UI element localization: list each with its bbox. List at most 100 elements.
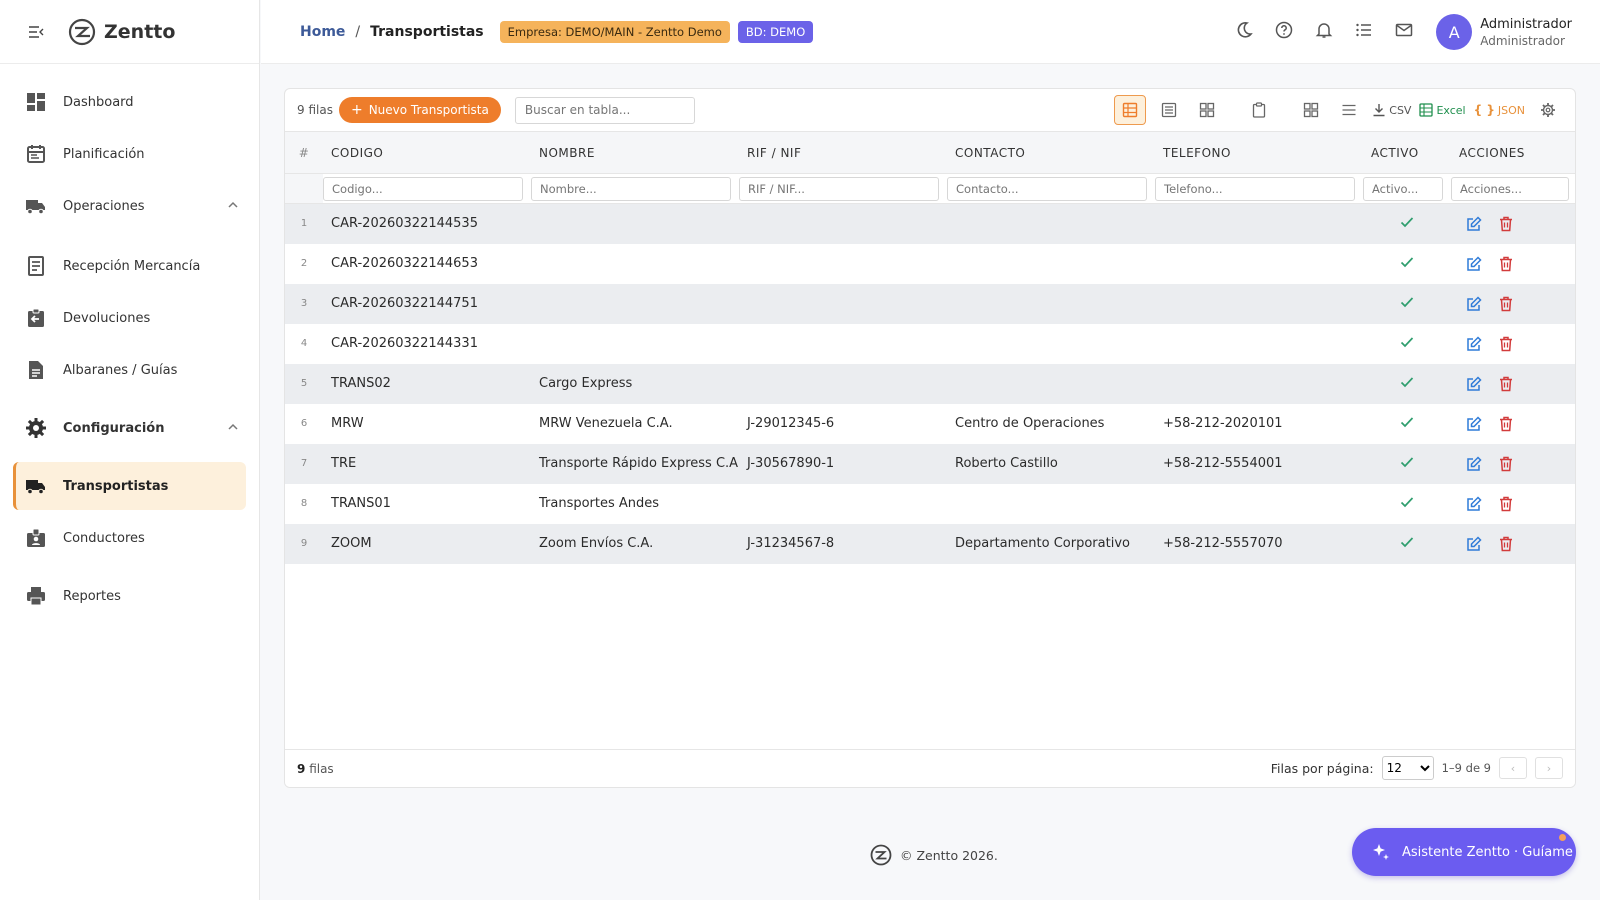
mail-icon[interactable] [1394, 20, 1414, 40]
filter-codigo-input[interactable] [323, 176, 523, 201]
grid-view-icon[interactable] [1192, 95, 1222, 125]
driver-badge-icon [25, 527, 47, 549]
export-json-button[interactable]: { } JSON [1474, 95, 1525, 125]
cell-contacto [947, 284, 1155, 324]
cell-nombre [531, 324, 739, 364]
truck-icon [25, 475, 47, 497]
cell-activo [1363, 484, 1451, 524]
table-row[interactable]: 3 CAR-20260322144751 [285, 283, 1575, 324]
table-view-icon[interactable] [1114, 95, 1147, 125]
delete-icon[interactable] [1495, 373, 1517, 395]
table-row[interactable]: 9 ZOOM Zoom Envíos C.A. J-31234567-8 Departa… [285, 523, 1575, 564]
sidebar-item-dashboard[interactable]: Dashboard [13, 78, 246, 126]
sidebar-item-conductores[interactable]: Conductores [13, 514, 246, 562]
delete-icon[interactable] [1495, 493, 1517, 515]
breadcrumb-home-link[interactable]: Home [300, 24, 345, 40]
table-row[interactable]: 6 MRW MRW Venezuela C.A. J-29012345-6 Centro… [285, 403, 1575, 444]
filter-contacto-input[interactable] [947, 176, 1147, 201]
help-icon[interactable] [1274, 20, 1294, 40]
sidebar-item-albaranes[interactable]: Albaranes / Guías [13, 346, 246, 394]
export-csv-button[interactable]: CSV [1372, 95, 1411, 125]
table-row[interactable]: 5 TRANS02 Cargo Express [285, 363, 1575, 404]
sidebar-item-planificacion[interactable]: Planificación [13, 130, 246, 178]
delete-icon[interactable] [1495, 533, 1517, 555]
column-header-codigo[interactable]: CODIGO [323, 131, 531, 174]
settings-gear-icon[interactable] [1533, 95, 1563, 125]
per-page-select[interactable]: 12 [1381, 756, 1434, 780]
sidebar-item-reportes[interactable]: Reportes [13, 572, 246, 620]
sidebar-item-devoluciones[interactable]: Devoluciones [13, 294, 246, 342]
cell-codigo: CAR-20260322144535 [331, 216, 478, 232]
column-header-telefono[interactable]: TELEFONO [1155, 131, 1363, 174]
filter-rif-input[interactable] [739, 176, 939, 201]
cell-acciones [1451, 244, 1575, 284]
cell-acciones [1451, 324, 1575, 364]
next-page-button[interactable]: › [1535, 757, 1563, 779]
edit-icon[interactable] [1463, 453, 1485, 475]
breadcrumb-separator: / [355, 23, 361, 40]
edit-icon[interactable] [1463, 213, 1485, 235]
column-header-activo[interactable]: ACTIVO [1363, 131, 1451, 174]
list-view-icon[interactable] [1154, 95, 1184, 125]
columns-layout-icon[interactable] [1296, 95, 1326, 125]
menu-collapse-icon[interactable] [26, 22, 46, 42]
edit-icon[interactable] [1463, 253, 1485, 275]
table-row[interactable]: 2 CAR-20260322144653 [285, 243, 1575, 284]
edit-icon[interactable] [1463, 293, 1485, 315]
filter-activo-input[interactable] [1363, 176, 1443, 201]
filter-nombre-input[interactable] [531, 176, 731, 201]
table-search-input[interactable] [514, 96, 695, 124]
sidebar-item-configuracion[interactable]: Configuración [13, 404, 246, 452]
column-header-rif[interactable]: RIF / NIF [739, 131, 947, 174]
column-header-nombre[interactable]: NOMBRE [531, 131, 739, 174]
filter-telefono-input[interactable] [1155, 176, 1355, 201]
row-number: 1 [300, 218, 308, 230]
table-row[interactable]: 1 CAR-20260322144535 [285, 203, 1575, 244]
delete-icon[interactable] [1495, 213, 1517, 235]
cell-rif: J-29012345-6 [747, 416, 835, 431]
topbar: Home / Transportistas Empresa: DEMO/MAIN… [261, 0, 1600, 64]
chevron-up-icon[interactable] [226, 198, 240, 212]
delete-icon[interactable] [1495, 293, 1517, 315]
column-header-contacto[interactable]: CONTACTO [947, 131, 1155, 174]
check-icon [1400, 496, 1414, 512]
filter-acciones-input[interactable] [1451, 176, 1569, 201]
sidebar-item-operaciones[interactable]: Operaciones [13, 182, 246, 230]
edit-icon[interactable] [1463, 373, 1485, 395]
delete-icon[interactable] [1495, 253, 1517, 275]
edit-icon[interactable] [1463, 333, 1485, 355]
column-header-acciones[interactable]: ACCIONES [1451, 131, 1575, 174]
sidebar-item-recepcion[interactable]: Recepción Mercancía [13, 242, 246, 290]
edit-icon[interactable] [1463, 413, 1485, 435]
user-menu[interactable]: A Administrador Administrador [1436, 14, 1572, 50]
notifications-bell-icon[interactable] [1314, 20, 1334, 40]
task-list-icon[interactable] [1354, 20, 1374, 40]
sidebar-item-transportistas[interactable]: Transportistas [13, 462, 246, 510]
delete-icon[interactable] [1495, 413, 1517, 435]
delete-icon[interactable] [1495, 453, 1517, 475]
table-row[interactable]: 8 TRANS01 Transportes Andes [285, 483, 1575, 524]
pagination: Filas por página: 12 1–9 de 9 ‹ › [1271, 756, 1563, 780]
table-row[interactable]: 4 CAR-20260322144331 [285, 323, 1575, 364]
chevron-up-icon[interactable] [226, 420, 240, 434]
transportistas-table: # CODIGO NOMBRE RIF / NIF CONTACTO TELEF… [285, 131, 1575, 564]
assistant-button[interactable]: Asistente Zentto · Guíame [1352, 828, 1576, 876]
export-excel-button[interactable]: Excel [1419, 95, 1466, 125]
dark-mode-moon-icon[interactable] [1234, 20, 1254, 40]
cell-codigo: ZOOM [331, 536, 372, 551]
cell-telefono: +58-212-2020101 [1163, 416, 1283, 431]
grid-toolbar: 9 filas + Nuevo Transportista CSV Excel … [285, 89, 1575, 131]
cell-activo [1363, 244, 1451, 284]
delete-icon[interactable] [1495, 333, 1517, 355]
prev-page-button[interactable]: ‹ [1499, 757, 1527, 779]
cell-nombre [531, 204, 739, 244]
edit-icon[interactable] [1463, 533, 1485, 555]
database-badge: BD: DEMO [737, 20, 814, 43]
table-row[interactable]: 7 TRE Transporte Rápido Express C.A. J-3056… [285, 443, 1575, 484]
brand: Zentto [0, 0, 259, 64]
density-lines-icon[interactable] [1334, 95, 1364, 125]
clipboard-icon[interactable] [1244, 95, 1274, 125]
edit-icon[interactable] [1463, 493, 1485, 515]
new-transportista-button[interactable]: + Nuevo Transportista [338, 97, 501, 123]
cell-contacto: Centro de Operaciones [955, 416, 1105, 431]
